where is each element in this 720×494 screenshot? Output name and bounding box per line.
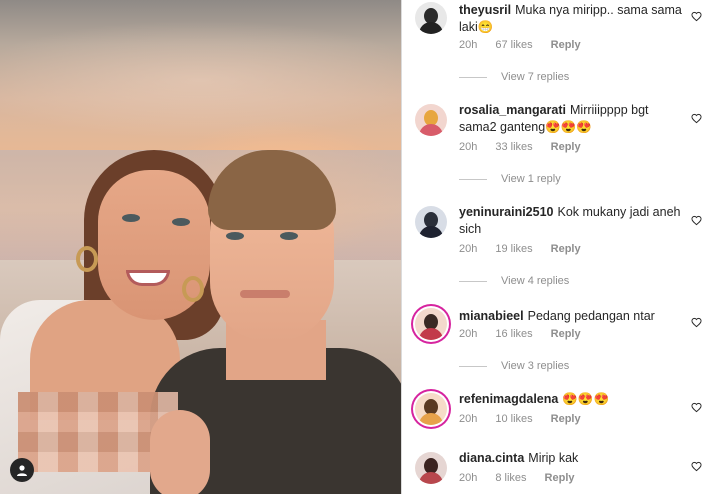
avatar-body xyxy=(419,472,443,484)
avatar-body xyxy=(419,124,443,136)
avatar[interactable] xyxy=(415,393,447,425)
woman-hand xyxy=(150,410,210,494)
post-photo[interactable] xyxy=(0,0,402,494)
man-eye-right xyxy=(280,232,298,240)
comment-time[interactable]: 20h xyxy=(459,413,477,425)
avatar[interactable] xyxy=(415,452,447,484)
comment-likes[interactable]: 8 likes xyxy=(495,472,526,484)
comment-username[interactable]: diana.cinta xyxy=(459,451,524,465)
man-mouth xyxy=(240,290,290,298)
replies-divider xyxy=(459,365,487,367)
comment-likes[interactable]: 33 likes xyxy=(495,141,532,153)
comment-body: 😍😍😍 xyxy=(562,392,610,406)
comment-text: diana.cinta Mirip kak xyxy=(459,450,684,467)
avatar-body xyxy=(419,226,443,238)
replies-divider xyxy=(459,178,487,180)
comment-username[interactable]: yeninuraini2510 xyxy=(459,205,554,219)
view-replies-button[interactable]: View 3 replies xyxy=(459,360,569,372)
woman-eye-right xyxy=(172,218,190,226)
comment-meta: 20h 19 likes Reply xyxy=(459,243,581,255)
reply-button[interactable]: Reply xyxy=(551,328,581,340)
view-replies-button[interactable]: View 4 replies xyxy=(459,275,569,287)
earring-right xyxy=(182,276,204,302)
reply-button[interactable]: Reply xyxy=(551,141,581,153)
heart-icon[interactable] xyxy=(691,215,702,226)
replies-divider xyxy=(459,280,487,282)
comment-time[interactable]: 20h xyxy=(459,243,477,255)
replies-divider xyxy=(459,76,487,78)
comment-likes[interactable]: 16 likes xyxy=(495,328,532,340)
comment-time[interactable]: 20h xyxy=(459,141,477,153)
comment-body: Mirip kak xyxy=(528,451,579,465)
comment-likes[interactable]: 10 likes xyxy=(495,413,532,425)
comment-username[interactable]: mianabieel xyxy=(459,309,524,323)
heart-icon[interactable] xyxy=(691,11,702,22)
comment-text: mianabieel Pedang pedangan ntar xyxy=(459,308,684,325)
view-replies-label: View 3 replies xyxy=(501,360,570,372)
comment-text: rosalia_mangarati Mirriiipppp bgt sama2 g… xyxy=(459,102,684,136)
comment-meta: 20h 33 likes Reply xyxy=(459,141,581,153)
comment-likes[interactable]: 67 likes xyxy=(495,39,532,51)
heart-icon[interactable] xyxy=(691,402,702,413)
comment-meta: 20h 8 likes Reply xyxy=(459,472,575,484)
view-replies-button[interactable]: View 7 replies xyxy=(459,71,569,83)
comment-text: theyusril Muka nya miripp.. sama sama lak… xyxy=(459,2,684,36)
reply-button[interactable]: Reply xyxy=(545,472,575,484)
comments-panel[interactable]: theyusril Muka nya miripp.. sama sama lak… xyxy=(403,0,720,494)
avatar-body xyxy=(419,413,443,425)
comment-username[interactable]: theyusril xyxy=(459,3,511,17)
man-eye-left xyxy=(226,232,244,240)
heart-icon[interactable] xyxy=(691,113,702,124)
woman-eye-left xyxy=(122,214,140,222)
comment-meta: 20h 67 likes Reply xyxy=(459,39,581,51)
comment-time[interactable]: 20h xyxy=(459,328,477,340)
avatar[interactable] xyxy=(415,104,447,136)
view-replies-button[interactable]: View 1 reply xyxy=(459,173,561,185)
sky-cloud xyxy=(0,20,401,140)
earring-left xyxy=(76,246,98,272)
comment-text: yeninuraini2510 Kok mukany jadi aneh sich xyxy=(459,204,684,238)
avatar[interactable] xyxy=(415,308,447,340)
comment-meta: 20h 10 likes Reply xyxy=(459,413,581,425)
reply-button[interactable]: Reply xyxy=(551,413,581,425)
user-circle-icon[interactable] xyxy=(10,458,34,482)
comment-username[interactable]: rosalia_mangarati xyxy=(459,103,566,117)
view-replies-label: View 1 reply xyxy=(501,173,561,185)
comment-text: refenimagdalena 😍😍😍 xyxy=(459,391,684,408)
heart-icon[interactable] xyxy=(691,317,702,328)
reply-button[interactable]: Reply xyxy=(551,39,581,51)
reply-button[interactable]: Reply xyxy=(551,243,581,255)
comment-time[interactable]: 20h xyxy=(459,39,477,51)
avatar-body xyxy=(419,22,443,34)
heart-icon[interactable] xyxy=(691,461,702,472)
avatar[interactable] xyxy=(415,206,447,238)
view-replies-label: View 7 replies xyxy=(501,71,570,83)
comment-username[interactable]: refenimagdalena xyxy=(459,392,558,406)
comment-meta: 20h 16 likes Reply xyxy=(459,328,581,340)
avatar-body xyxy=(419,328,443,340)
avatar[interactable] xyxy=(415,2,447,34)
comment-time[interactable]: 20h xyxy=(459,472,477,484)
comment-likes[interactable]: 19 likes xyxy=(495,243,532,255)
view-replies-label: View 4 replies xyxy=(501,275,570,287)
comment-body: Pedang pedangan ntar xyxy=(527,309,655,323)
